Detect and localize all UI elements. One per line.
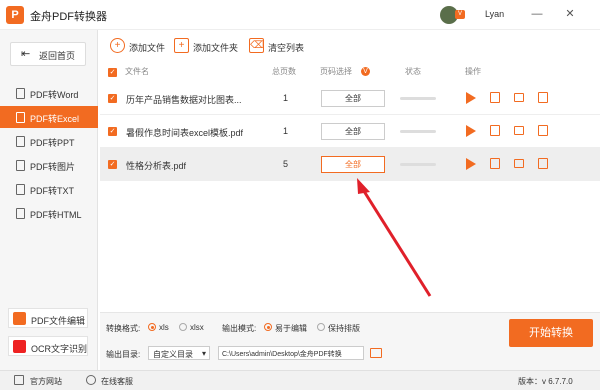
- start-convert-button[interactable]: 开始转换: [509, 319, 593, 347]
- online-support-link[interactable]: 在线客服: [101, 376, 133, 387]
- folder-icon[interactable]: [370, 348, 382, 358]
- version-text: 版本：v 6.7.7.0: [518, 377, 573, 386]
- support-icon: [86, 375, 96, 385]
- format-xls-label: xls: [159, 323, 169, 332]
- mode-keep-radio[interactable]: [317, 323, 325, 331]
- format-xlsx-label: xlsx: [190, 323, 204, 332]
- mode-label: 输出模式:: [222, 324, 257, 333]
- settings-footer: 转换格式: xls xlsx 输出模式: 易于编辑 保持排版 输出目录: 自定义…: [100, 312, 600, 370]
- mode-easy-radio[interactable]: [264, 323, 272, 331]
- output-path-field[interactable]: C:\Users\admin\Desktop\金舟PDF转换: [218, 346, 364, 360]
- status-bar: 官方网站 在线客服 版本：v 6.7.7.0: [0, 370, 600, 390]
- format-label: 转换格式:: [106, 324, 141, 333]
- output-dir-select[interactable]: 自定义目录 ▾: [148, 346, 210, 360]
- chevron-down-icon: ▾: [201, 349, 206, 358]
- home-icon: [14, 375, 24, 385]
- output-dir-value: 自定义目录: [153, 350, 193, 359]
- dir-label: 输出目录:: [106, 350, 141, 359]
- mode-keep-label: 保持排版: [328, 324, 360, 333]
- format-xls-radio[interactable]: [148, 323, 156, 331]
- format-xlsx-radio[interactable]: [179, 323, 187, 331]
- official-site-link[interactable]: 官方网站: [30, 376, 62, 387]
- mode-easy-label: 易于编辑: [275, 324, 307, 333]
